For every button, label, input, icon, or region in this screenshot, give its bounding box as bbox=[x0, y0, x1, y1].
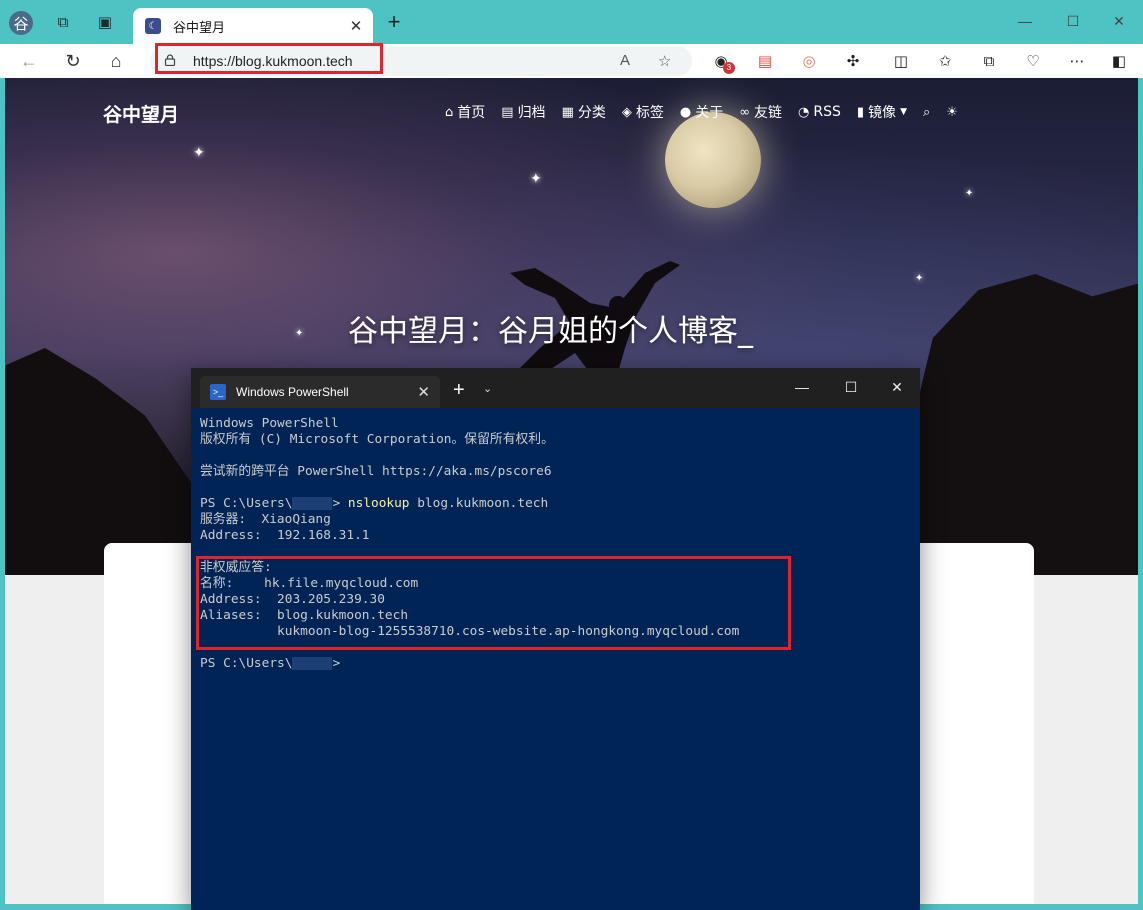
cliff-silhouette bbox=[5, 348, 205, 575]
moon-image bbox=[665, 112, 761, 208]
star-decoration: ✦ bbox=[295, 328, 304, 339]
favorite-star-icon[interactable]: ☆ bbox=[658, 52, 671, 70]
search-icon: ⌕ bbox=[922, 104, 931, 120]
star-decoration: ✦ bbox=[965, 188, 974, 199]
search-button[interactable]: ⌕ bbox=[923, 102, 930, 122]
star-decoration: ✦ bbox=[530, 170, 542, 186]
console-line: 服务器: XiaoQiang bbox=[200, 512, 331, 527]
cliff-silhouette bbox=[910, 274, 1138, 575]
console-line: 版权所有 (C) Microsoft Corporation。保留所有权利。 bbox=[200, 432, 554, 447]
site-favicon-icon: ☾ bbox=[145, 18, 161, 34]
result-highlight-box bbox=[196, 556, 791, 650]
sun-icon: ☀ bbox=[946, 104, 958, 120]
reader-extension-icon[interactable]: ▤ bbox=[755, 52, 775, 72]
console-prompt: PS C:\Users\ > bbox=[200, 656, 341, 671]
home-button[interactable]: ⌂ bbox=[103, 49, 129, 73]
tag-icon: ◈ bbox=[621, 104, 632, 120]
ps-dropdown-icon[interactable]: ⌄ bbox=[483, 382, 492, 395]
home-icon: ⌂ bbox=[445, 104, 454, 120]
redacted-username bbox=[292, 657, 333, 670]
extension-badge: 3 bbox=[723, 62, 735, 74]
ps-close-button[interactable]: ✕ bbox=[882, 379, 912, 396]
console-line: Address: 192.168.31.1 bbox=[200, 528, 370, 543]
browser-window: 谷 ⧉ ▣ ☾ 谷中望月 ✕ + — ☐ ✕ ← ↻ ⌂ https://blo… bbox=[0, 0, 1143, 910]
ps-tab-close-icon[interactable]: ✕ bbox=[417, 383, 430, 401]
nav-item-about[interactable]: ● 关于 bbox=[680, 102, 723, 122]
ps-minimize-button[interactable]: — bbox=[787, 379, 817, 395]
nav-item-links[interactable]: ∞ 友链 bbox=[739, 102, 782, 122]
nav-item-tags[interactable]: ◈ 标签 bbox=[622, 102, 664, 122]
command-text: nslookup bbox=[347, 496, 410, 511]
powershell-icon: >_ bbox=[210, 384, 226, 400]
ps-new-tab-button[interactable]: + bbox=[453, 380, 465, 400]
nav-item-mirror[interactable]: ▮ 镜像 ▼ bbox=[857, 102, 907, 122]
nav-item-categories[interactable]: ▦ 分类 bbox=[562, 102, 606, 122]
tab-actions-icon[interactable]: ▣ bbox=[93, 10, 117, 34]
nav-item-archive[interactable]: ▤ 归档 bbox=[501, 102, 545, 122]
nav-item-rss[interactable]: ◔ RSS bbox=[798, 102, 841, 122]
star-decoration: ✦ bbox=[915, 273, 924, 284]
record-extension-icon[interactable]: ◎ bbox=[799, 52, 819, 72]
redacted-username bbox=[292, 497, 333, 510]
category-icon: ▦ bbox=[561, 104, 574, 120]
browser-tab[interactable]: ☾ 谷中望月 ✕ bbox=[133, 8, 373, 44]
theme-toggle-button[interactable]: ☀ bbox=[946, 102, 958, 122]
back-button[interactable]: ← bbox=[16, 49, 42, 73]
new-tab-button[interactable]: + bbox=[383, 11, 405, 34]
sidebar-toggle-icon[interactable]: ◧ bbox=[1109, 52, 1129, 72]
user-icon: ● bbox=[679, 104, 692, 120]
hero-title: 谷中望月：谷月姐的个人博客_ bbox=[348, 314, 753, 349]
ps-titlebar: >_ Windows PowerShell ✕ + ⌄ — ☐ ✕ bbox=[191, 368, 920, 408]
minimize-button[interactable]: — bbox=[1010, 10, 1040, 32]
ps-tab-title: Windows PowerShell bbox=[236, 385, 349, 399]
tab-strip: 谷 ⧉ ▣ ☾ 谷中望月 ✕ + — ☐ ✕ bbox=[0, 0, 1143, 44]
favorites-icon[interactable]: ✩ bbox=[935, 52, 955, 72]
star-decoration: ✦ bbox=[193, 144, 205, 160]
site-nav: ⌂ 首页 ▤ 归档 ▦ 分类 ◈ 标签 ● 关于 ∞ 友链 ◔ RSS ▮ 镜像 ▼ ⌕ ☀ bbox=[445, 102, 958, 122]
more-menu-icon[interactable]: ⋯ bbox=[1067, 52, 1087, 72]
nav-item-home[interactable]: ⌂ 首页 bbox=[445, 102, 485, 122]
ps-maximize-button[interactable]: ☐ bbox=[836, 379, 866, 396]
console-line: Windows PowerShell bbox=[200, 416, 339, 431]
site-logo[interactable]: 谷中望月 bbox=[103, 100, 179, 127]
console-prompt: PS C:\Users\ > nslookup blog.kukmoon.tech bbox=[200, 496, 549, 511]
maximize-button[interactable]: ☐ bbox=[1058, 10, 1088, 32]
powershell-window[interactable]: >_ Windows PowerShell ✕ + ⌄ — ☐ ✕ Window… bbox=[191, 368, 920, 910]
tab-title: 谷中望月 bbox=[173, 20, 226, 36]
mirror-icon: ▮ bbox=[856, 104, 865, 120]
url-highlight-box bbox=[155, 43, 383, 74]
browser-essentials-icon[interactable]: ♡ bbox=[1023, 52, 1043, 72]
ps-tab[interactable]: >_ Windows PowerShell ✕ bbox=[200, 376, 440, 408]
close-window-button[interactable]: ✕ bbox=[1104, 10, 1134, 32]
refresh-button[interactable]: ↻ bbox=[60, 49, 86, 73]
console-line: 尝试新的跨平台 PowerShell https://aka.ms/pscore… bbox=[200, 464, 552, 479]
link-icon: ∞ bbox=[739, 104, 751, 120]
tab-close-icon[interactable]: ✕ bbox=[345, 17, 367, 35]
split-screen-icon[interactable]: ◫ bbox=[891, 52, 911, 72]
collections-icon[interactable]: ⧉ bbox=[979, 52, 999, 72]
profile-avatar[interactable]: 谷 bbox=[9, 11, 33, 35]
archive-icon: ▤ bbox=[501, 104, 514, 120]
workspaces-icon[interactable]: ⧉ bbox=[51, 10, 75, 34]
extensions-puzzle-icon[interactable]: ✣ bbox=[843, 52, 863, 72]
read-aloud-icon[interactable]: A bbox=[620, 52, 630, 69]
rss-icon: ◔ bbox=[798, 104, 810, 120]
dropdown-caret-icon: ▼ bbox=[900, 107, 907, 117]
